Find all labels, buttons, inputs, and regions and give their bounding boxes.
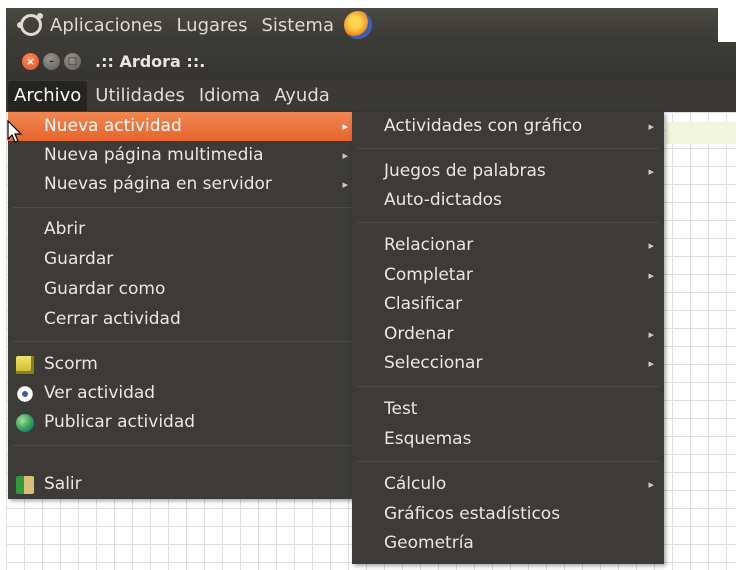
submenu-arrow-icon: ▸ bbox=[648, 478, 654, 491]
eye-icon bbox=[16, 385, 34, 403]
menu-item-label: Guardar bbox=[44, 249, 114, 269]
menu-item-label: Test bbox=[384, 399, 418, 419]
submenu-arrow-icon: ▸ bbox=[342, 149, 348, 162]
submenu-arrow-icon: ▸ bbox=[648, 165, 654, 178]
archivo-dropdown-menu: Nueva actividad ▸ Nueva página multimedi… bbox=[8, 112, 358, 499]
menu-item-label: Seleccionar bbox=[384, 353, 483, 373]
menu-separator bbox=[12, 341, 354, 342]
menu-item-guardar-como[interactable]: Guardar como bbox=[8, 275, 358, 304]
menu-item-label: Esquemas bbox=[384, 429, 472, 449]
menu-item-label: Juegos de palabras bbox=[384, 161, 546, 181]
menu-item-nueva-pagina-multimedia[interactable]: Nueva página multimedia ▸ bbox=[8, 141, 358, 170]
menu-item-label: Clasificar bbox=[384, 294, 463, 314]
window-title: .:: Ardora ::. bbox=[95, 51, 206, 71]
close-window-button[interactable]: × bbox=[22, 52, 39, 70]
menu-item-cerrar-actividad[interactable]: Cerrar actividad bbox=[8, 305, 358, 334]
submenu-arrow-icon: ▸ bbox=[342, 120, 348, 133]
menu-ayuda[interactable]: Ayuda bbox=[268, 81, 336, 111]
menu-item-label: Cerrar actividad bbox=[44, 309, 181, 329]
submenu-item-graficos-estadisticos[interactable]: Gráficos estadísticos bbox=[352, 500, 664, 529]
menu-item-salir[interactable]: Salir bbox=[8, 470, 358, 499]
firefox-launcher-icon[interactable] bbox=[344, 11, 373, 39]
menu-item-label: Cálculo bbox=[384, 474, 447, 494]
menu-item-label: Actividades con gráfico bbox=[384, 116, 583, 136]
submenu-item-esquemas[interactable]: Esquemas bbox=[352, 425, 664, 454]
menu-separator bbox=[356, 222, 660, 223]
menu-item-ver-actividad[interactable]: Ver actividad bbox=[8, 379, 358, 408]
app-menubar: Archivo Utilidades Idioma Ayuda bbox=[6, 80, 736, 112]
menu-item-label: Ordenar bbox=[384, 324, 454, 344]
menu-item-label: Nueva actividad bbox=[44, 116, 182, 136]
panel-menu-system[interactable]: Sistema bbox=[262, 15, 335, 36]
menu-item-publicar-actividad[interactable]: Publicar actividad bbox=[8, 408, 358, 437]
submenu-item-seleccionar[interactable]: Seleccionar ▸ bbox=[352, 349, 664, 378]
menu-separator bbox=[356, 148, 660, 149]
submenu-item-juegos-de-palabras[interactable]: Juegos de palabras ▸ bbox=[352, 157, 664, 186]
submenu-item-test[interactable]: Test bbox=[352, 395, 664, 424]
submenu-item-completar[interactable]: Completar ▸ bbox=[352, 261, 664, 290]
minimize-window-button[interactable]: – bbox=[43, 52, 60, 70]
menu-item-nueva-actividad[interactable]: Nueva actividad ▸ bbox=[8, 112, 358, 141]
menu-item-label: Guardar como bbox=[44, 279, 166, 299]
submenu-arrow-icon: ▸ bbox=[648, 269, 654, 282]
window-titlebar: × – □ .:: Ardora ::. bbox=[6, 42, 736, 80]
maximize-window-button[interactable]: □ bbox=[64, 52, 81, 70]
menu-item-label: Scorm bbox=[44, 354, 98, 374]
menu-item-label: Completar bbox=[384, 265, 473, 285]
menu-item-label: Nuevas página en servidor bbox=[44, 174, 272, 194]
ubuntu-logo-icon[interactable] bbox=[17, 13, 43, 36]
menu-item-label: Ver actividad bbox=[44, 383, 156, 403]
menu-item-label: Relacionar bbox=[384, 235, 474, 255]
submenu-arrow-icon: ▸ bbox=[342, 178, 348, 191]
mouse-cursor-icon bbox=[7, 120, 23, 143]
panel-menu-applications[interactable]: Aplicaciones bbox=[50, 15, 162, 36]
submenu-item-relacionar[interactable]: Relacionar ▸ bbox=[352, 231, 664, 260]
menu-item-label: Gráficos estadísticos bbox=[384, 504, 561, 524]
submenu-arrow-icon: ▸ bbox=[648, 120, 654, 133]
menu-item-label: Abrir bbox=[44, 219, 86, 239]
menu-item-label: Nueva página multimedia bbox=[44, 145, 264, 165]
submenu-item-actividades-con-grafico[interactable]: Actividades con gráfico ▸ bbox=[352, 112, 664, 141]
menu-item-label: Auto-dictados bbox=[384, 190, 502, 210]
menu-idioma[interactable]: Idioma bbox=[193, 81, 266, 111]
exit-icon bbox=[16, 476, 34, 494]
scorm-icon bbox=[16, 356, 34, 374]
menu-item-abrir[interactable]: Abrir bbox=[8, 215, 358, 244]
menu-utilidades[interactable]: Utilidades bbox=[89, 81, 191, 111]
submenu-arrow-icon: ▸ bbox=[648, 328, 654, 341]
submenu-item-clasificar[interactable]: Clasificar bbox=[352, 290, 664, 319]
menu-separator bbox=[12, 445, 354, 446]
submenu-item-auto-dictados[interactable]: Auto-dictados bbox=[352, 186, 664, 215]
submenu-arrow-icon: ▸ bbox=[648, 239, 654, 252]
menu-item-label: Salir bbox=[44, 474, 82, 494]
toolbar-strip bbox=[666, 122, 736, 144]
menu-item-scorm[interactable]: Scorm bbox=[8, 350, 358, 379]
nueva-actividad-submenu: Actividades con gráfico ▸ Juegos de pala… bbox=[352, 112, 664, 564]
menu-item-label: Publicar actividad bbox=[44, 412, 196, 432]
menu-separator bbox=[356, 386, 660, 387]
submenu-item-ordenar[interactable]: Ordenar ▸ bbox=[352, 320, 664, 349]
submenu-arrow-icon: ▸ bbox=[648, 357, 654, 370]
menu-item-label: Geometría bbox=[384, 533, 474, 553]
menu-archivo[interactable]: Archivo bbox=[8, 81, 88, 111]
submenu-item-calculo[interactable]: Cálculo ▸ bbox=[352, 470, 664, 499]
panel-menu-places[interactable]: Lugares bbox=[176, 15, 247, 36]
menu-item-guardar[interactable]: Guardar bbox=[8, 245, 358, 274]
menu-item-nuevas-pagina-servidor[interactable]: Nuevas página en servidor ▸ bbox=[8, 170, 358, 199]
globe-icon bbox=[16, 414, 34, 432]
menu-separator bbox=[12, 207, 354, 208]
submenu-item-geometria[interactable]: Geometría bbox=[352, 529, 664, 558]
top-panel: Aplicaciones Lugares Sistema bbox=[6, 8, 718, 42]
menu-separator bbox=[356, 461, 660, 462]
